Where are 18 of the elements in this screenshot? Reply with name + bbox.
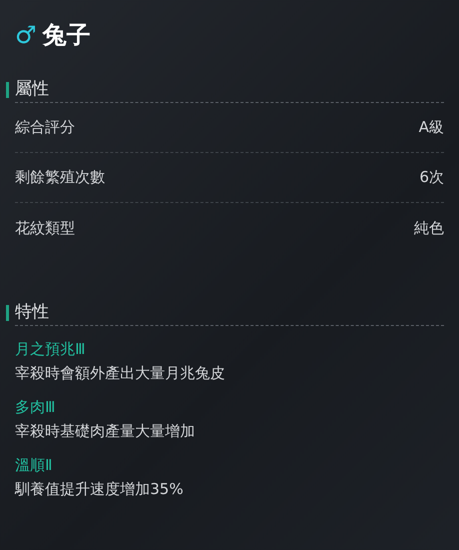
attribute-label: 綜合評分 bbox=[15, 117, 75, 138]
section-marker bbox=[6, 304, 9, 320]
male-symbol: ♂ bbox=[15, 20, 37, 51]
attribute-value: A級 bbox=[418, 117, 444, 138]
trait-name: 月之預兆Ⅲ bbox=[15, 339, 86, 360]
trait-name: 多肉Ⅲ bbox=[15, 397, 56, 418]
attribute-value: 純色 bbox=[414, 218, 444, 239]
trait-description: 宰殺時會額外產出大量月兆兔皮 bbox=[15, 363, 226, 384]
trait-description: 宰殺時基礎肉產量大量增加 bbox=[15, 421, 196, 442]
section-heading: 屬性 bbox=[15, 78, 49, 101]
attribute-value: 6次 bbox=[419, 167, 444, 188]
attribute-label: 花紋類型 bbox=[15, 218, 75, 239]
attribute-label: 剩餘繁殖次數 bbox=[15, 167, 105, 188]
trait-name: 溫順Ⅱ bbox=[15, 455, 54, 476]
window-title: 兔子 bbox=[42, 20, 91, 51]
section-heading: 特性 bbox=[15, 300, 49, 324]
trait-description: 馴養值提升速度增加35% bbox=[15, 479, 184, 500]
section-marker bbox=[6, 82, 9, 98]
